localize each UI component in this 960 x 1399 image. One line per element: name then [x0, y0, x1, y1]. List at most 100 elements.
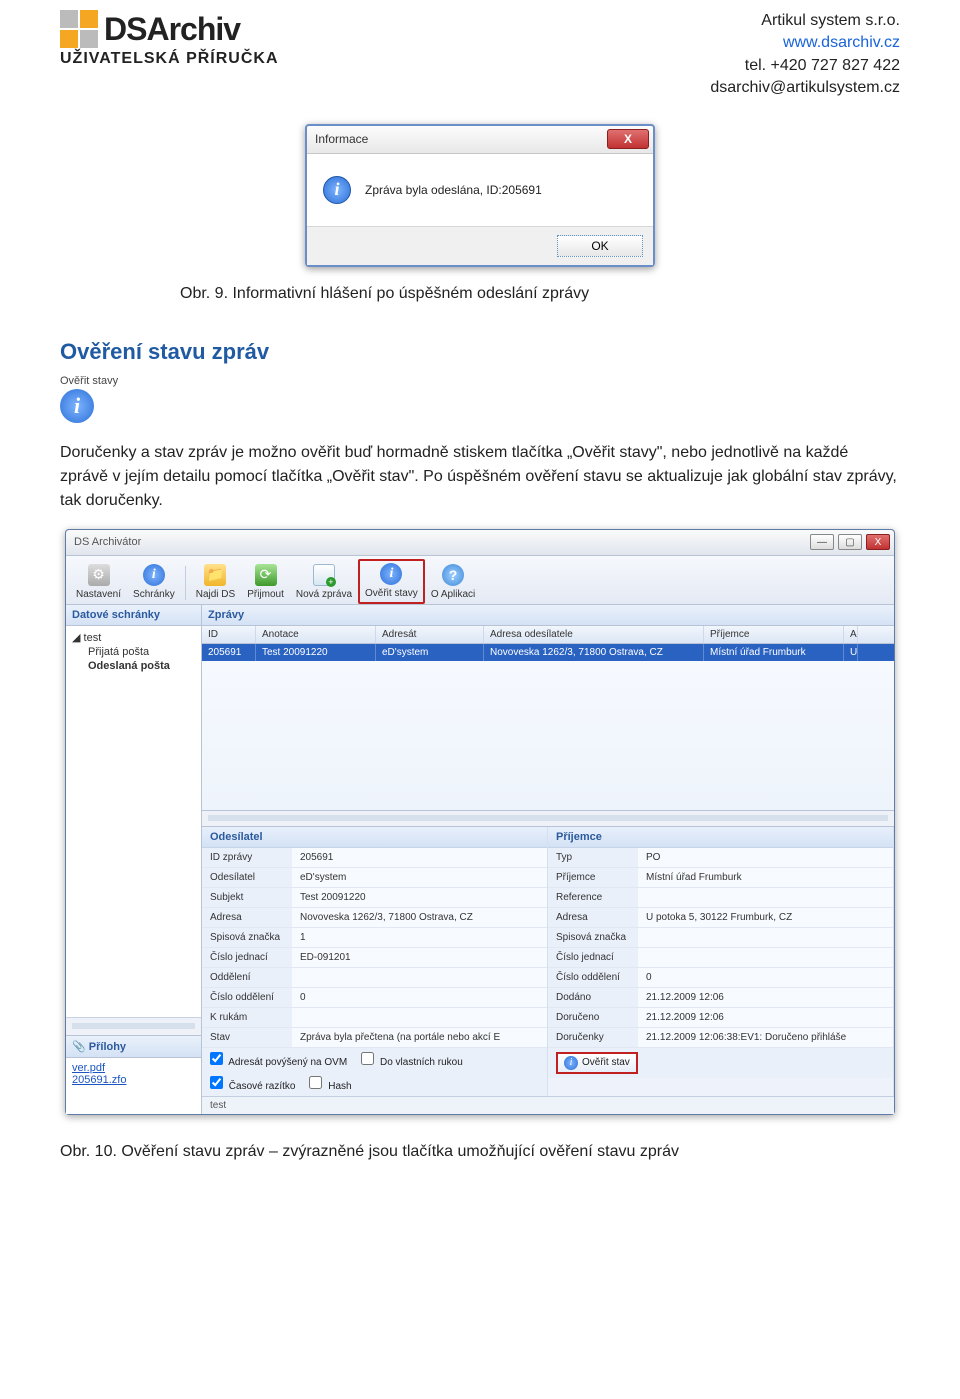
- info-dialog: Informace X i Zpráva byla odeslána, ID:2…: [305, 124, 655, 267]
- toolbar-label: Nová zpráva: [296, 589, 352, 600]
- toolbar-schranky[interactable]: i Schránky: [127, 561, 181, 604]
- lbl-co-r: Číslo oddělení: [548, 968, 638, 987]
- val-cj-r: [638, 948, 893, 967]
- val-stav: Zpráva byla přečtena (na portále nebo ak…: [292, 1028, 547, 1047]
- info-icon: i: [143, 564, 165, 586]
- col-adresa-od[interactable]: Adresa odesílatele: [484, 626, 704, 643]
- details-panel: Odesílatel ID zprávy205691 OdesílateleD'…: [202, 827, 894, 1096]
- sidebar-scrollbar[interactable]: [66, 1017, 201, 1035]
- ok-button[interactable]: OK: [557, 235, 643, 257]
- messages-h-scrollbar[interactable]: [202, 811, 894, 827]
- close-button[interactable]: X: [607, 129, 649, 149]
- lbl-dodano: Dodáno: [548, 988, 638, 1007]
- toolbar-najdi[interactable]: 📁 Najdi DS: [190, 561, 241, 604]
- val-prijemce: Místní úřad Frumburk: [638, 868, 893, 887]
- logo-block: DSArchiv UŽIVATELSKÁ PŘÍRUČKA: [60, 10, 279, 68]
- info-icon: i: [380, 563, 402, 585]
- toolbar-label: Schránky: [133, 589, 175, 600]
- info-icon: i: [323, 176, 351, 204]
- cell-adresa-od: Novoveska 1262/3, 71800 Ostrava, CZ: [484, 644, 704, 661]
- toolbar-about[interactable]: ? O Aplikaci: [425, 561, 481, 604]
- receiver-header: Příjemce: [548, 827, 893, 848]
- lbl-cislo-odd: Číslo oddělení: [202, 988, 292, 1007]
- lbl-typ: Typ: [548, 848, 638, 867]
- val-doruceno: 21.12.2009 12:06: [638, 1008, 893, 1027]
- verify-icon-label: Ověřit stavy: [60, 375, 900, 387]
- val-adresa: Novoveska 1262/3, 71800 Ostrava, CZ: [292, 908, 547, 927]
- info-icon[interactable]: i: [60, 389, 94, 423]
- new-doc-icon: [313, 564, 335, 586]
- lbl-reference: Reference: [548, 888, 638, 907]
- tree-root[interactable]: ◢ test: [70, 630, 197, 645]
- table-row[interactable]: 205691 Test 20091220 eD'system Novoveska…: [202, 644, 894, 661]
- val-odesilatel: eD'system: [292, 868, 547, 887]
- lbl-adresa: Adresa: [202, 908, 292, 927]
- dialog-title: Informace: [315, 132, 368, 146]
- col-anotace[interactable]: Anotace: [256, 626, 376, 643]
- toolbar-label: Najdi DS: [196, 589, 235, 600]
- logo-mark: [60, 10, 98, 48]
- app-title: DS Archivátor: [74, 536, 141, 548]
- attachments-list: ver.pdf 205691.zfo: [66, 1058, 201, 1114]
- toolbar-label: O Aplikaci: [431, 589, 475, 600]
- toolbar-prijmout[interactable]: ⟳ Přijmout: [241, 561, 290, 604]
- lbl-spis: Spisová značka: [202, 928, 292, 947]
- cell-a: U: [844, 644, 858, 661]
- company-tel: tel. +420 727 827 422: [710, 55, 900, 77]
- figure-caption-2: Obr. 10. Ověření stavu zpráv – zvýrazněn…: [60, 1143, 900, 1161]
- lbl-spis-r: Spisová značka: [548, 928, 638, 947]
- messages-columns: ID Anotace Adresát Adresa odesílatele Př…: [202, 626, 894, 644]
- toolbar-nastaveni[interactable]: ⚙ Nastavení: [70, 561, 127, 604]
- lbl-doruceno: Doručeno: [548, 1008, 638, 1027]
- col-prijemce[interactable]: Příjemce: [704, 626, 844, 643]
- dialog-message: Zpráva byla odeslána, ID:205691: [365, 183, 542, 197]
- sidebar-header-prilohy: 📎 Přílohy: [66, 1036, 201, 1058]
- val-spis: 1: [292, 928, 547, 947]
- chk-hash[interactable]: Hash: [309, 1076, 351, 1092]
- lbl-k-rukam: K rukám: [202, 1008, 292, 1027]
- cell-anotace: Test 20091220: [256, 644, 376, 661]
- verify-state-label: Ověřit stav: [582, 1057, 630, 1068]
- info-icon: i: [564, 1056, 578, 1070]
- val-co-r: 0: [638, 968, 893, 987]
- val-adresa-r: U potoka 5, 30122 Frumburk, CZ: [638, 908, 893, 927]
- verify-toolbar-icon-excerpt: Ověřit stavy i: [60, 375, 900, 423]
- folder-search-icon: 📁: [204, 564, 226, 586]
- refresh-icon: ⟳: [255, 564, 277, 586]
- messages-header: Zprávy: [202, 605, 894, 626]
- val-subjekt: Test 20091220: [292, 888, 547, 907]
- mailbox-tree[interactable]: ◢ test Přijatá pošta Odeslaná pošta: [66, 626, 201, 1017]
- page-header: DSArchiv UŽIVATELSKÁ PŘÍRUČKA Artikul sy…: [60, 10, 900, 100]
- val-k-rukam: [292, 1008, 547, 1027]
- chk-casove-razitko[interactable]: Časové razítko: [210, 1076, 295, 1092]
- maximize-button[interactable]: ▢: [838, 534, 862, 550]
- section-heading: Ověření stavu zpráv: [60, 339, 900, 365]
- cell-id: 205691: [202, 644, 256, 661]
- table-empty-area: [202, 661, 894, 811]
- val-cj: ED-091201: [292, 948, 547, 967]
- tree-sent[interactable]: Odeslaná pošta: [70, 659, 197, 673]
- val-dorucenky: 21.12.2009 12:06:38:EV1: Doručeno přihlá…: [638, 1028, 893, 1047]
- app-window: DS Archivátor — ▢ X ⚙ Nastavení i Schrán…: [65, 529, 895, 1115]
- lbl-id-zpravy: ID zprávy: [202, 848, 292, 867]
- minimize-button[interactable]: —: [810, 534, 834, 550]
- toolbar-overit-stavy[interactable]: i Ověřit stavy: [358, 559, 425, 604]
- company-url[interactable]: www.dsarchiv.cz: [710, 32, 900, 54]
- val-reference: [638, 888, 893, 907]
- company-email: dsarchiv@artikulsystem.cz: [710, 77, 900, 99]
- chk-vlastni-ruce[interactable]: Do vlastních rukou: [361, 1052, 463, 1068]
- lbl-cj-r: Číslo jednací: [548, 948, 638, 967]
- col-a[interactable]: A: [844, 626, 858, 643]
- col-adresat[interactable]: Adresát: [376, 626, 484, 643]
- tree-inbox[interactable]: Přijatá pošta: [70, 645, 197, 659]
- col-id[interactable]: ID: [202, 626, 256, 643]
- toolbar-nova[interactable]: Nová zpráva: [290, 561, 358, 604]
- close-button[interactable]: X: [866, 534, 890, 550]
- lbl-oddeleni: Oddělení: [202, 968, 292, 987]
- lbl-odesilatel: Odesílatel: [202, 868, 292, 887]
- verify-state-button[interactable]: i Ověřit stav: [556, 1052, 638, 1074]
- attachment-link[interactable]: ver.pdf: [72, 1062, 195, 1074]
- statusbar: test: [202, 1096, 894, 1114]
- chk-ovm[interactable]: Adresát povýšený na OVM: [210, 1052, 347, 1068]
- attachment-link[interactable]: 205691.zfo: [72, 1074, 195, 1086]
